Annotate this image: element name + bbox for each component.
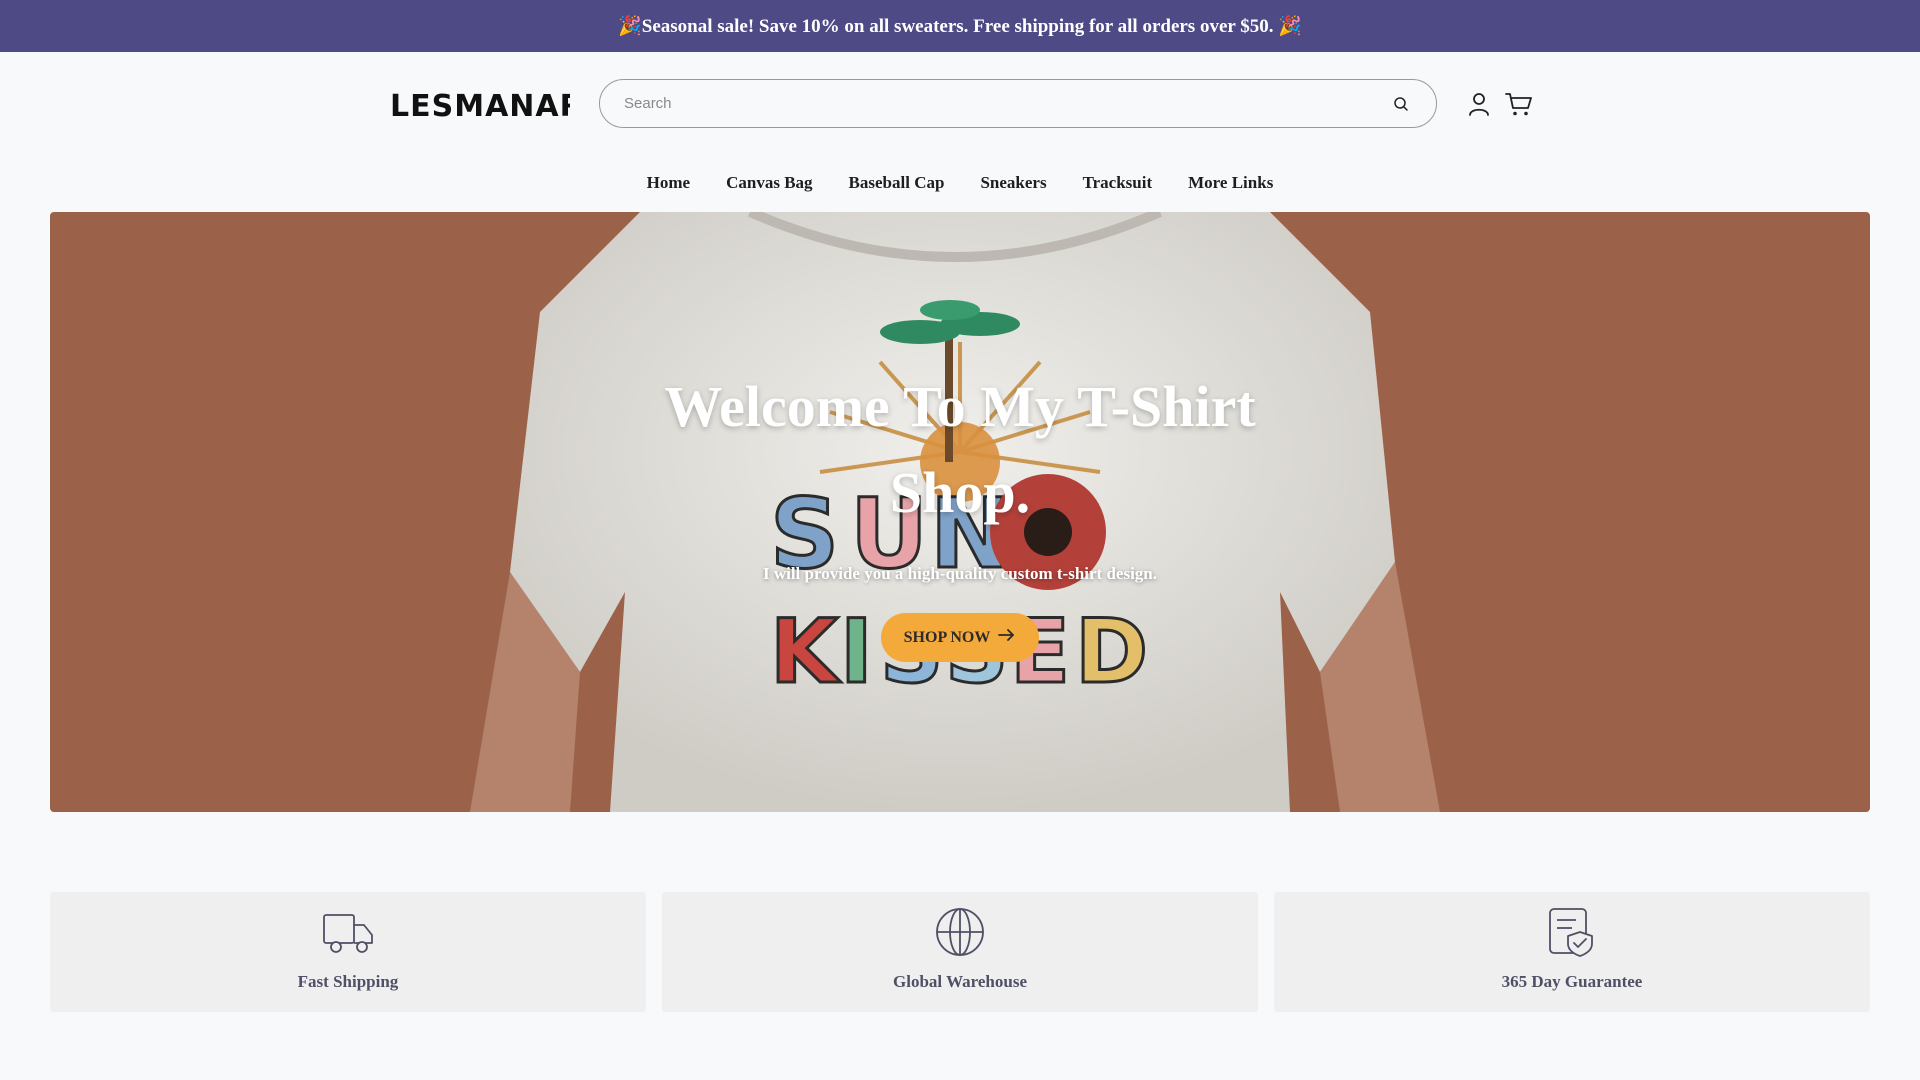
nav-item-baseball-cap[interactable]: Baseball Cap xyxy=(831,166,963,202)
nav-item-home[interactable]: Home xyxy=(629,166,708,202)
feature-card-fast-shipping: Fast Shipping xyxy=(50,892,646,1012)
feature-card-global-warehouse: Global Warehouse xyxy=(662,892,1258,1012)
nav-item-sneakers[interactable]: Sneakers xyxy=(962,166,1064,202)
shop-now-label: SHOP NOW xyxy=(903,628,991,646)
svg-text:LESMANAR: LESMANAR xyxy=(390,89,570,124)
nav-item-more-links[interactable]: More Links xyxy=(1170,166,1291,202)
nav-item-tracksuit[interactable]: Tracksuit xyxy=(1065,166,1171,202)
globe-icon xyxy=(934,906,986,958)
shop-now-button[interactable]: SHOP NOW xyxy=(881,613,1039,662)
account-icon[interactable] xyxy=(1465,90,1493,118)
logo-wordmark: LESMANAR xyxy=(390,89,570,124)
guarantee-document-icon xyxy=(1546,906,1598,958)
feature-label: Fast Shipping xyxy=(297,972,399,991)
hero-content: Welcome To My T-Shirt Shop. I will provi… xyxy=(50,212,1870,812)
store-logo[interactable]: LESMANAR xyxy=(390,82,570,126)
features-row: Fast Shipping Global Warehouse 365 Day G… xyxy=(50,892,1870,1012)
cart-icon[interactable] xyxy=(1504,90,1534,118)
announcement-bar: 🎉Seasonal sale! Save 10% on all sweaters… xyxy=(0,0,1920,52)
search-bar[interactable] xyxy=(599,79,1437,128)
search-icon[interactable] xyxy=(1390,93,1412,115)
truck-icon xyxy=(322,906,374,958)
feature-card-365-day-guarantee: 365 Day Guarantee xyxy=(1274,892,1870,1012)
search-input[interactable] xyxy=(624,95,1390,112)
hero-subtitle: I will provide you a high-quality custom… xyxy=(762,564,1158,583)
feature-label: Global Warehouse xyxy=(893,972,1027,991)
main-nav: Home Canvas Bag Baseball Cap Sneakers Tr… xyxy=(0,166,1920,202)
nav-item-canvas-bag[interactable]: Canvas Bag xyxy=(708,166,830,202)
arrow-right-icon xyxy=(998,628,1016,647)
feature-label: 365 Day Guarantee xyxy=(1501,972,1643,991)
announcement-text: 🎉Seasonal sale! Save 10% on all sweaters… xyxy=(618,16,1302,37)
hero-title: Welcome To My T-Shirt Shop. xyxy=(664,374,1256,525)
hero-banner: S U N K I S S E D Welcome To My T-Shirt … xyxy=(50,212,1870,812)
